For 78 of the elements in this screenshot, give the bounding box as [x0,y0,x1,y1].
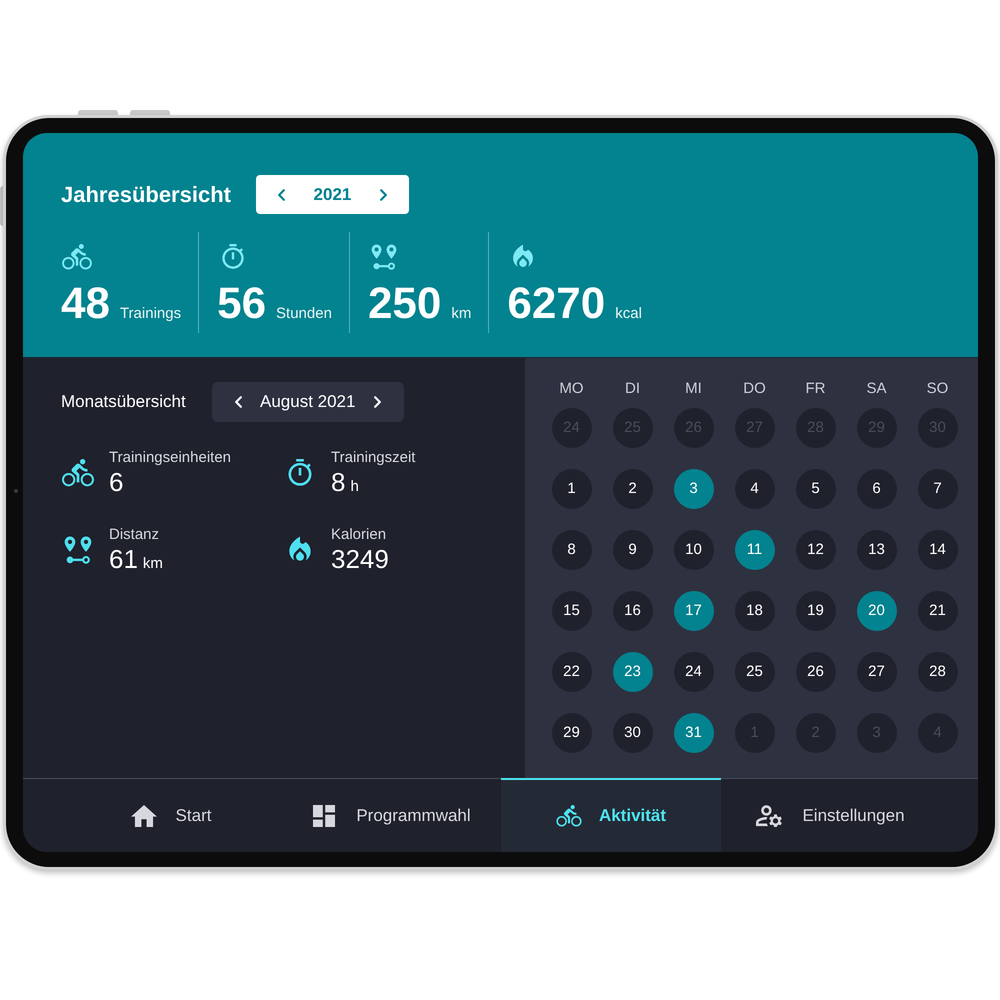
calendar-day[interactable]: 18 [734,591,774,631]
stat-unit: km [142,554,163,574]
month-value: August 2021 [260,391,356,414]
calendar-day[interactable]: 25 [734,652,774,692]
calendar-day[interactable]: 14 [918,530,958,570]
stat-unit: h [350,477,359,497]
stat-value: 48 [61,282,110,326]
calendar-day[interactable]: 13 [856,530,896,570]
stat-value: 3249 [331,544,389,575]
calendar-day[interactable]: 22 [552,652,592,692]
weekday-label: SO [926,380,948,398]
calendar-day[interactable]: 19 [796,591,836,631]
stat-unit: Stunden [276,304,332,324]
calendar-day[interactable]: 4 [734,469,774,509]
user-gear-icon [756,805,784,827]
calendar-day[interactable]: 1 [552,469,592,509]
stat-unit: km [451,304,472,324]
stat-value: 61 [109,544,138,574]
year-value: 2021 [314,184,352,206]
stat-label: Trainingseinheiten [109,448,232,468]
stat-value: 6 [109,467,124,498]
calendar-day[interactable]: 17 [674,591,714,631]
stat-label: Kalorien [331,524,388,544]
calendar-day[interactable]: 29 [552,713,592,753]
calendar-day[interactable]: 31 [674,713,714,753]
stat-label: Distanz [109,524,160,544]
chevron-right-icon [380,188,387,200]
tab[interactable]: Start [60,778,280,852]
chevron-left-icon [234,396,242,408]
month-overview-title: Monatsübersicht [61,391,186,414]
year-overview-title: Jahresübersicht [61,180,231,208]
calendar-day[interactable]: 2 [612,469,652,509]
camera-icon [14,489,18,493]
cyclist-icon [554,805,583,827]
tab[interactable]: Einstellungen [720,778,940,852]
calendar-day[interactable]: 10 [674,530,714,570]
weekday-label: DO [743,380,766,398]
calendar-day[interactable]: 11 [734,530,774,570]
weekday-label: DI [625,380,640,398]
weekday-label: FR [806,380,826,398]
stat-value: 6270 [507,282,606,326]
calendar-day[interactable]: 28 [918,652,958,692]
calendar-day[interactable]: 12 [796,530,836,570]
stat-value: 56 [217,282,266,326]
stat-value: 8 [331,467,346,498]
previous-year-button[interactable] [278,188,285,200]
calendar-day[interactable]: 27 [856,652,896,692]
stat-value: 250 [368,282,442,326]
stat-unit: kcal [615,304,642,324]
previous-month-button[interactable] [234,396,242,408]
cyclist-icon [61,459,95,488]
calendar-day[interactable]: 20 [856,591,896,631]
calendar-day[interactable]: 5 [796,469,836,509]
chevron-right-icon [374,396,381,408]
calendar-day[interactable]: 30 [612,713,652,753]
cyclist-icon [61,244,93,270]
calendar-day[interactable]: 23 [612,652,652,692]
calendar-day[interactable]: 16 [612,591,652,631]
calendar-day[interactable]: 21 [918,591,958,631]
tab[interactable]: Aktivität [500,778,720,852]
weekday-label: MI [685,380,702,398]
next-year-button[interactable] [380,188,387,200]
chevron-left-icon [278,188,285,200]
weekday-label: SA [866,380,886,398]
calendar-day[interactable]: 15 [552,591,592,631]
tab[interactable]: Programmwahl [280,778,500,852]
calendar-day[interactable]: 6 [856,469,896,509]
next-month-button[interactable] [374,396,381,408]
stat-label: Trainingszeit [331,448,416,467]
calendar-day[interactable]: 26 [796,652,836,692]
weekday-label: MO [559,380,584,398]
calendar-day[interactable]: 3 [674,469,714,509]
stat-unit: Trainings [120,304,182,324]
calendar-day[interactable]: 7 [918,469,958,509]
calendar-day[interactable]: 9 [612,530,652,570]
calendar-day[interactable]: 8 [552,530,592,570]
home-icon [130,805,158,827]
calendar-day[interactable]: 24 [674,652,714,692]
